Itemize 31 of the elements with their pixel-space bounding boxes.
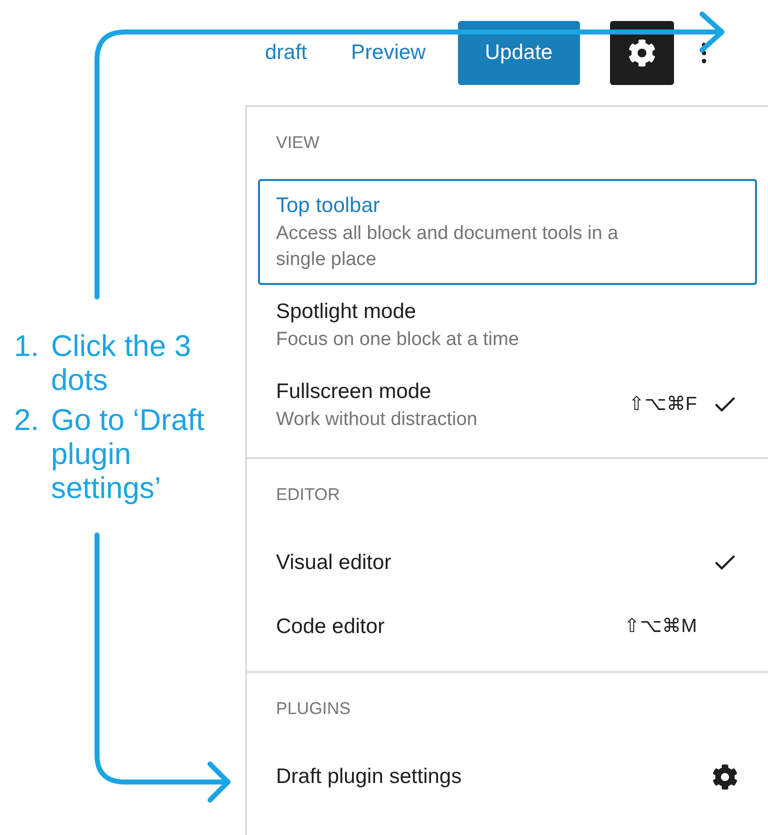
item-description: Work without distraction — [276, 408, 478, 432]
step-text: Go to ‘Draft plugin settings’ — [51, 404, 206, 506]
keyboard-shortcut: ⇧⌥⌘F — [628, 392, 697, 417]
gear-icon — [712, 764, 738, 790]
update-button[interactable]: Update — [458, 20, 580, 84]
item-description: Access all block and document tools in a single place — [276, 222, 620, 272]
section-heading: EDITOR — [276, 484, 340, 506]
save-draft-link[interactable]: draft — [265, 36, 308, 68]
item-label: Visual editor — [276, 550, 392, 576]
step-text: Click the 3 dots — [51, 330, 192, 398]
section-heading: PLUGINS — [276, 698, 351, 720]
step-number: 1. — [14, 330, 40, 365]
item-label: Draft plugin settings — [276, 764, 463, 790]
menu-item[interactable]: Draft plugin settings — [258, 745, 757, 809]
menu-item[interactable]: Code editor ⇧⌥⌘M — [258, 595, 757, 659]
menu-item[interactable]: Spotlight mode Focus on one block at a time — [258, 285, 757, 365]
keyboard-shortcut: ⇧⌥⌘M — [624, 614, 697, 639]
section-heading: VIEW — [276, 132, 320, 154]
item-label: Code editor — [276, 614, 386, 640]
item-description: Focus on one block at a time — [276, 328, 520, 352]
menu-item[interactable]: Fullscreen mode Work without distraction ⇧⌥⌘F — [258, 365, 757, 445]
settings-button[interactable] — [610, 20, 674, 84]
step-number: 2. — [14, 404, 40, 439]
item-label: Fullscreen mode — [276, 379, 432, 405]
item-label: Top toolbar — [276, 193, 381, 219]
preview-link[interactable]: Preview — [351, 36, 426, 68]
item-label: Spotlight mode — [276, 299, 418, 325]
menu-item[interactable]: Top toolbar Access all block and document tools in a single place — [258, 179, 757, 285]
menu-item[interactable]: Visual editor — [258, 531, 757, 595]
more-options-icon[interactable] — [700, 40, 707, 64]
settings-icon — [628, 38, 656, 66]
